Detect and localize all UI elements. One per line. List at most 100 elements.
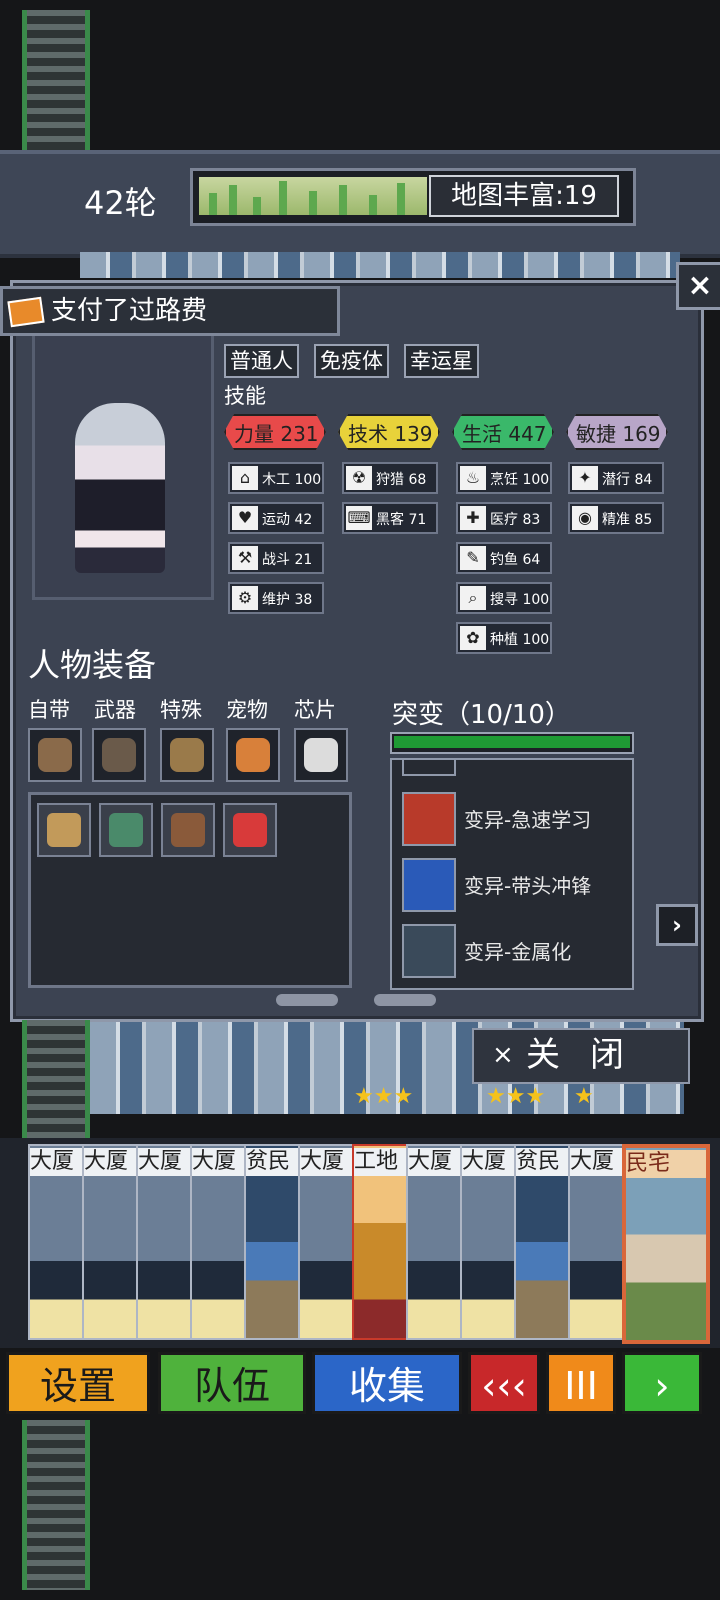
inventory-slot[interactable] <box>99 803 153 857</box>
skill-heart: ♥ 运动 42 <box>228 502 324 534</box>
skill-medkit: ✚ 医疗 83 <box>456 502 552 534</box>
skill-label: 维护 38 <box>262 592 313 608</box>
card-label: 大厦 <box>570 1148 622 1176</box>
inventory-slot[interactable] <box>223 803 277 857</box>
building-strip-top <box>80 252 680 278</box>
skill-search: ⌕ 搜寻 100 <box>456 582 552 614</box>
team-button[interactable]: 队伍 <box>158 1352 306 1414</box>
close-button[interactable]: × 关闭 <box>472 1028 690 1084</box>
toast-text: 支付了过路费 <box>51 296 208 326</box>
mutation-item[interactable]: 变异-带头冲锋 <box>400 856 624 912</box>
trait-tag: 免疫体 <box>314 344 389 378</box>
skill-label: 木工 100 <box>262 472 322 488</box>
mutation-title: 突变（10/10） <box>392 700 571 730</box>
wrench-icon: ⚙ <box>232 586 258 610</box>
toll-paid-toast: 支付了过路费 <box>0 286 340 336</box>
brown-backpack-icon <box>171 813 205 847</box>
close-icon: × <box>492 1040 514 1070</box>
mutation-progress-fill <box>394 736 630 748</box>
mutation-item-partial-icon <box>402 760 456 776</box>
character-portrait <box>32 310 214 600</box>
page-indicator-2 <box>374 994 436 1006</box>
inventory-slot[interactable] <box>37 803 91 857</box>
mutation-list[interactable]: 变异-急速学习 变异-带头冲锋 变异-金属化 <box>390 758 634 990</box>
trait-tag: 普通人 <box>224 344 299 378</box>
angel-icon <box>402 858 456 912</box>
skill-label: 狩猎 68 <box>376 472 427 488</box>
hammer-icon: ⚒ <box>232 546 258 570</box>
chip-icon <box>304 738 338 772</box>
card-label: 大厦 <box>462 1148 514 1176</box>
card-tower[interactable]: 大厦 <box>460 1144 516 1340</box>
card-tower[interactable]: 大厦 <box>298 1144 354 1340</box>
house-icon: ⌂ <box>232 466 258 490</box>
skill-sneak: ✦ 潜行 84 <box>568 462 664 494</box>
stat-1: 技术 139 <box>338 414 440 450</box>
map-richness-panel: 地图丰富:19 <box>190 168 636 226</box>
equip-slot[interactable] <box>92 728 146 782</box>
card-house[interactable]: 民宅 <box>622 1144 710 1344</box>
pause-button[interactable]: III <box>546 1352 616 1414</box>
search-icon: ⌕ <box>460 586 486 610</box>
card-label: 大厦 <box>84 1148 136 1176</box>
sneak-icon: ✦ <box>572 466 598 490</box>
mutation-item[interactable]: 变异-急速学习 <box>400 790 624 846</box>
turn-counter: 42轮 <box>84 184 157 222</box>
skill-label: 烹饪 100 <box>490 472 550 488</box>
ticket-icon <box>7 296 45 328</box>
star-icon: ★★★ <box>354 1084 414 1109</box>
card-tower[interactable]: 大厦 <box>28 1144 84 1340</box>
rifle-icon <box>102 738 136 772</box>
inventory-slot[interactable] <box>161 803 215 857</box>
city-skyline-image <box>199 177 427 215</box>
heart-icon: ♥ <box>232 506 258 530</box>
skill-radiation: ☢ 狩猎 68 <box>342 462 438 494</box>
card-tower[interactable]: 大厦 <box>82 1144 138 1340</box>
skill-wrench: ⚙ 维护 38 <box>228 582 324 614</box>
star-icon: ★ <box>574 1084 594 1109</box>
equip-slot-label: 武器 <box>94 698 136 722</box>
skill-fishing: ✎ 钓鱼 64 <box>456 542 552 574</box>
equip-slot[interactable] <box>28 728 82 782</box>
card-label: 贫民 <box>516 1148 568 1176</box>
card-tower[interactable]: 大厦 <box>568 1144 624 1340</box>
mutation-item[interactable]: 变异-金属化 <box>400 922 624 978</box>
mutation-progress-bar <box>390 732 634 754</box>
close-panel-button[interactable]: × <box>676 262 720 310</box>
equip-slot-label: 芯片 <box>294 698 336 722</box>
wooden-stick-icon <box>47 813 81 847</box>
skill-label: 运动 42 <box>262 512 313 528</box>
equip-slot-label: 自带 <box>28 698 70 722</box>
card-tower[interactable]: 大厦 <box>406 1144 462 1340</box>
medkit-bag-icon <box>233 813 267 847</box>
collection-button[interactable]: 收集 <box>312 1352 462 1414</box>
hacker-icon: ⌨ <box>346 506 372 530</box>
skill-label: 钓鱼 64 <box>490 552 541 568</box>
card-label: 大厦 <box>138 1148 190 1176</box>
medkit-icon: ✚ <box>460 506 486 530</box>
card-tower[interactable]: 大厦 <box>136 1144 192 1340</box>
planting-icon: ✿ <box>460 626 486 650</box>
skill-label: 精准 85 <box>602 512 653 528</box>
card-site[interactable]: 工地 <box>352 1144 408 1340</box>
card-poor[interactable]: 贫民 <box>514 1144 570 1340</box>
rewind-button[interactable]: ‹‹‹ <box>468 1352 540 1414</box>
card-label: 大厦 <box>408 1148 460 1176</box>
page-indicator-1 <box>276 994 338 1006</box>
skill-label: 潜行 84 <box>602 472 653 488</box>
next-page-arrow[interactable]: › <box>656 904 698 946</box>
equip-slot[interactable] <box>294 728 348 782</box>
card-label: 大厦 <box>192 1148 244 1176</box>
equip-slot[interactable] <box>226 728 280 782</box>
stat-2: 生活 447 <box>452 414 554 450</box>
close-label: 关闭 <box>526 1035 654 1075</box>
radiation-icon: ☢ <box>346 466 372 490</box>
settings-button[interactable]: 设置 <box>6 1352 150 1414</box>
card-tower[interactable]: 大厦 <box>190 1144 246 1340</box>
card-poor[interactable]: 贫民 <box>244 1144 300 1340</box>
equip-slot[interactable] <box>160 728 214 782</box>
skill-house: ⌂ 木工 100 <box>228 462 324 494</box>
pinecone-icon <box>170 738 204 772</box>
play-button[interactable]: › <box>622 1352 702 1414</box>
bow-icon <box>38 738 72 772</box>
